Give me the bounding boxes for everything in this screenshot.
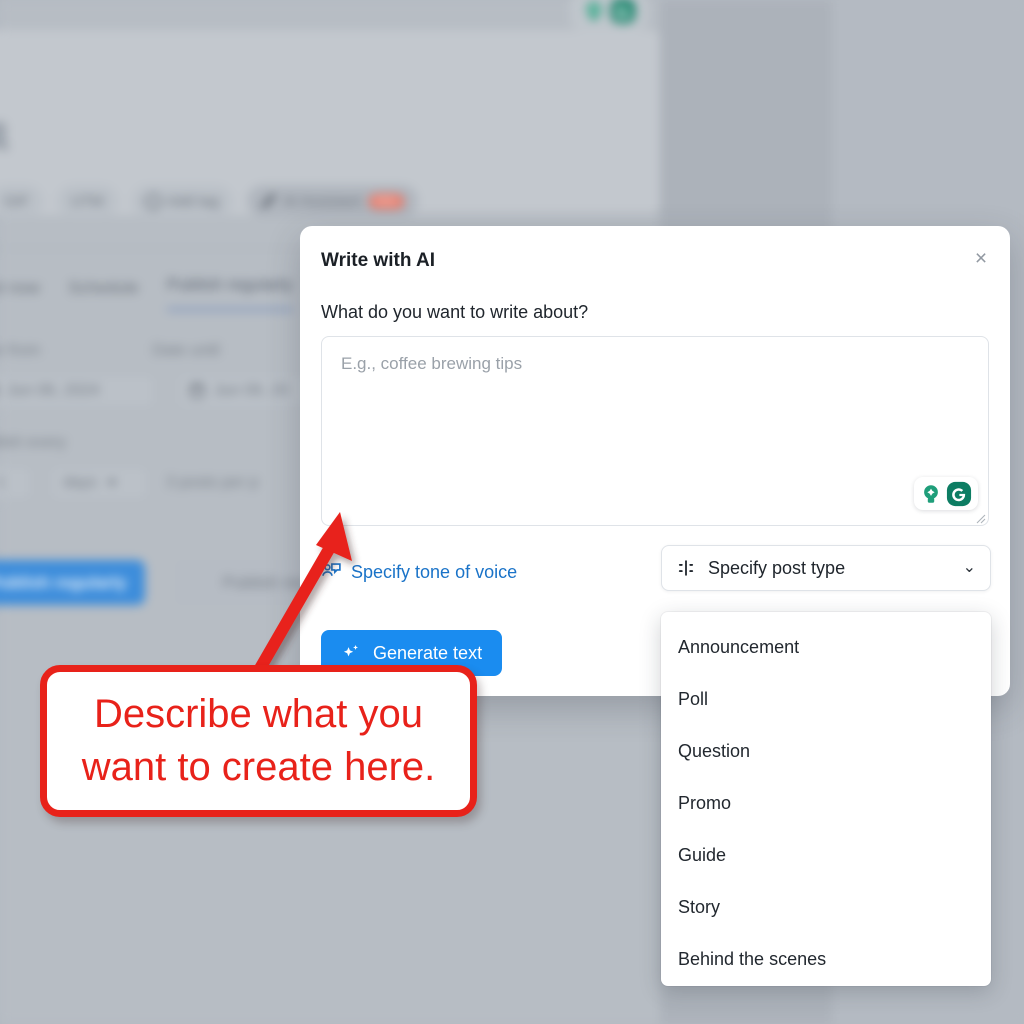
background-tab-post-now: Post now [0, 278, 40, 297]
lightbulb-icon [586, 2, 601, 20]
background-label-date-until: Date until [152, 342, 220, 359]
post-type-label: Specify post type [708, 557, 846, 578]
background-tab-schedule: Schedule [67, 278, 139, 297]
background-interval-input: 1 [0, 466, 32, 500]
interval-value: 1 [0, 474, 6, 491]
dropdown-option-announcement[interactable]: Announcement [661, 621, 991, 673]
tone-link-label: Specify tone of voice [351, 562, 518, 582]
background-date-from-field: Jun 06, 2024 [0, 374, 155, 408]
unit-value: days [63, 474, 97, 491]
post-type-icon [678, 560, 694, 576]
annotation-line-2: want to create here. [81, 745, 436, 789]
specify-post-type-dropdown-button[interactable]: Specify post type ⌄ [661, 545, 991, 591]
prompt-question-label: What do you want to write about? [321, 302, 589, 322]
calendar-icon [190, 384, 204, 398]
prompt-textarea[interactable] [321, 336, 989, 526]
background-chip-ai-assistant: AI Assistant beta [247, 185, 419, 217]
dropdown-option-story[interactable]: Story [661, 881, 991, 933]
specify-tone-of-voice-link[interactable]: Specify tone of voice [321, 562, 517, 583]
date-value: Jun 06, 2024 [7, 382, 100, 399]
dropdown-option-promo[interactable]: Promo [661, 777, 991, 829]
background-chip-utm: UTM [57, 185, 118, 217]
chip-label: AI Assistant [283, 192, 362, 210]
grammarly-icon-pair [583, 0, 636, 24]
sparkle-icon [343, 645, 358, 657]
chevron-down-icon [106, 480, 117, 486]
grammarly-suggestion-chip[interactable] [914, 477, 978, 510]
generate-text-label: Generate text [373, 642, 483, 663]
dropdown-option-poll[interactable]: Poll [661, 673, 991, 725]
grammarly-logo-icon [610, 0, 635, 24]
chevron-down-icon: ⌄ [962, 559, 976, 576]
annotation-callout-box: Describe what you want to create here. [40, 665, 477, 817]
background-posts-per-text: 3 posts per p [166, 474, 259, 491]
close-icon[interactable]: × [966, 243, 996, 273]
lightbulb-icon [924, 484, 938, 503]
background-tabs: Post now Schedule Publish regularly [0, 275, 293, 311]
post-type-dropdown-menu: Announcement Poll Question Promo Guide S… [661, 612, 991, 986]
background-chip-add-tag: Add tag [131, 185, 234, 217]
dropdown-option-question[interactable]: Question [661, 725, 991, 777]
background-grammarly-chip [570, 0, 648, 30]
background-label-date-from: Date from [0, 342, 41, 359]
background-chip-gif: GIF [0, 185, 43, 217]
background-toolbar: GIF UTM Add tag AI Assistant beta [0, 183, 690, 219]
media-placeholder-icon [0, 122, 9, 151]
page-title: Write with AI [321, 250, 435, 271]
background-tab-publish-regularly: Publish regularly [166, 275, 293, 311]
annotation-line-1: Describe what you [93, 692, 424, 737]
background-publish-regularly-button: Publish regularly [0, 560, 145, 605]
dropdown-option-guide[interactable]: Guide [661, 829, 991, 881]
tag-icon [142, 190, 164, 212]
dropdown-option-behind-the-scenes[interactable]: Behind the scenes [661, 933, 991, 985]
tone-of-voice-icon [322, 563, 341, 576]
background-interval-unit-select: days [50, 466, 148, 500]
date-value: Jun 09, 20 [214, 382, 289, 399]
pen-icon [261, 193, 277, 209]
resize-handle-icon[interactable] [974, 512, 986, 524]
grammarly-logo-icon [946, 481, 972, 506]
chip-label: UTM [71, 192, 104, 210]
chip-label: Add tag [167, 192, 220, 210]
beta-badge: beta [368, 193, 405, 209]
chip-label: GIF [4, 192, 29, 210]
prompt-textarea-wrapper [321, 336, 989, 526]
